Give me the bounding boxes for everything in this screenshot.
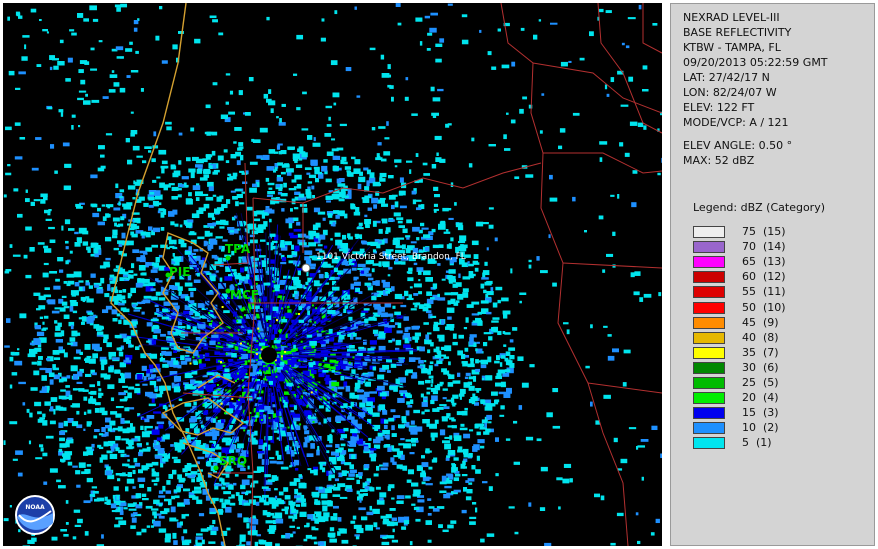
- svg-text:NOAA: NOAA: [25, 504, 45, 511]
- address-marker[interactable]: [301, 263, 311, 273]
- legend-swatch: [693, 346, 725, 359]
- legend-swatch: [693, 392, 725, 405]
- elev-angle-text: ELEV ANGLE: 0.50 °: [683, 139, 793, 152]
- legend-swatch: [693, 361, 725, 374]
- legend-label: 10 (2): [742, 421, 779, 435]
- station-label-mcf[interactable]: MCF: [230, 288, 259, 302]
- legend-swatch: [693, 377, 725, 389]
- elev-text: ELEV: 122 FT: [683, 101, 755, 114]
- panel-divider: [662, 0, 670, 549]
- legend-swatch: [693, 241, 725, 254]
- legend-swatch: [693, 422, 725, 435]
- station-label-tpa[interactable]: TPA: [225, 242, 251, 256]
- max-text: MAX: 52 dBZ: [683, 154, 755, 167]
- legend-swatch: [693, 286, 725, 299]
- legend-label: 70 (14): [742, 240, 786, 254]
- legend-label: 30 (6): [742, 360, 779, 374]
- legend-swatch: [693, 316, 725, 329]
- address-label: 1101 Victoria Street, Brandon, FL: [316, 252, 466, 262]
- station-label-pie[interactable]: PIE: [169, 265, 190, 279]
- legend-label: 35 (7): [742, 345, 779, 359]
- legend-label: 40 (8): [742, 330, 779, 344]
- station-label-srq[interactable]: SRQ: [219, 454, 247, 468]
- legend-label: 25 (5): [742, 376, 779, 389]
- station-dot-srq: [213, 465, 219, 471]
- legend-label: 75 (15): [742, 225, 786, 238]
- station-text: KTBW - TAMPA, FL: [683, 41, 781, 54]
- legend-label: 60 (12): [742, 270, 786, 284]
- product-text: NEXRAD LEVEL-III: [683, 11, 780, 24]
- noaa-logo-icon: NOAA: [15, 495, 55, 535]
- lon-text: LON: 82/24/07 W: [683, 86, 777, 99]
- radar-map[interactable]: TPA PIE MCF SRQ 1101 Victoria Street, Br…: [3, 3, 662, 546]
- legend-swatch: [693, 256, 725, 269]
- legend-label: 55 (11): [742, 285, 786, 299]
- legend-swatch: [693, 301, 725, 314]
- type-text: BASE REFLECTIVITY: [683, 26, 792, 39]
- legend-swatch: [693, 226, 725, 238]
- legend-swatch: [693, 271, 725, 284]
- legend-label: 5 (1): [742, 436, 772, 450]
- station-dot-tpa: [225, 255, 231, 261]
- radar-map-svg: TPA PIE MCF SRQ 1101 Victoria Street, Br…: [3, 3, 662, 546]
- radar-site-marker: [261, 347, 277, 363]
- legend-label: 15 (3): [742, 406, 779, 420]
- legend-label: 45 (9): [742, 315, 779, 329]
- info-panel: NEXRAD LEVEL-III BASE REFLECTIVITY KTBW …: [670, 3, 875, 546]
- legend-swatch: [693, 331, 725, 344]
- legend-label: 65 (13): [742, 255, 786, 269]
- legend-swatch: [693, 407, 725, 420]
- legend-label: 50 (10): [742, 300, 786, 314]
- legend-title: Legend: dBZ (Category): [693, 201, 825, 214]
- legend-swatch: [693, 437, 725, 450]
- datetime-text: 09/20/2013 05:22:59 GMT: [683, 56, 828, 69]
- lat-text: LAT: 27/42/17 N: [683, 71, 770, 84]
- mode-text: MODE/VCP: A / 121: [683, 116, 789, 129]
- radar-echoes: [3, 3, 662, 546]
- legend-label: 20 (4): [742, 391, 779, 405]
